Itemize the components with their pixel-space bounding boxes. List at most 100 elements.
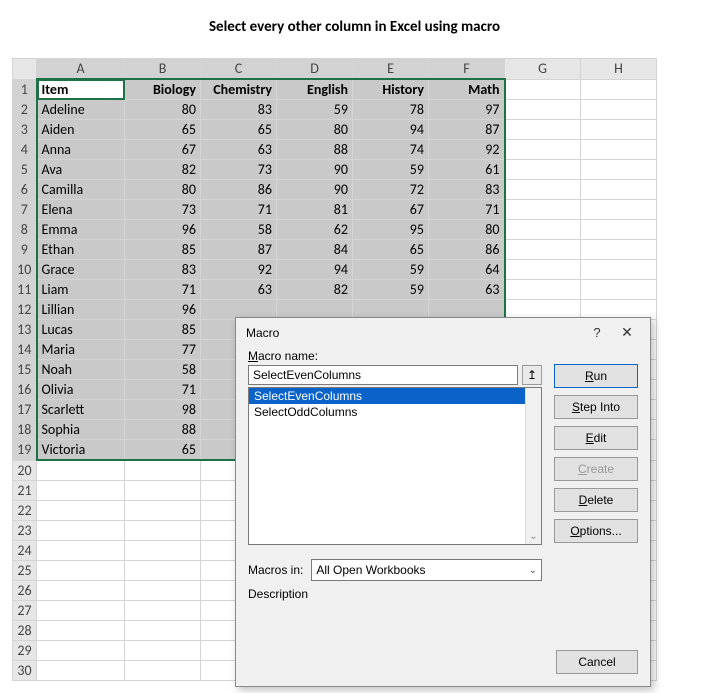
row-header-26[interactable]: 26 bbox=[13, 580, 37, 600]
row-header-30[interactable]: 30 bbox=[13, 660, 37, 680]
cell[interactable]: Victoria bbox=[37, 440, 125, 461]
step-into-button[interactable]: Step Into bbox=[554, 395, 638, 419]
cell[interactable]: 82 bbox=[125, 160, 201, 180]
cell[interactable]: 63 bbox=[201, 280, 277, 300]
select-all-corner[interactable] bbox=[13, 59, 37, 80]
cell[interactable]: Lucas bbox=[37, 320, 125, 340]
cell[interactable]: 63 bbox=[429, 280, 505, 300]
row-header-12[interactable]: 12 bbox=[13, 300, 37, 320]
row-header-3[interactable]: 3 bbox=[13, 120, 37, 140]
cell[interactable] bbox=[125, 620, 201, 640]
cell[interactable]: 84 bbox=[277, 240, 353, 260]
cell[interactable]: 90 bbox=[277, 160, 353, 180]
cell[interactable]: Anna bbox=[37, 140, 125, 160]
cell[interactable] bbox=[37, 560, 125, 580]
cell[interactable] bbox=[37, 480, 125, 500]
cell[interactable]: 74 bbox=[353, 140, 429, 160]
cell[interactable]: 82 bbox=[277, 280, 353, 300]
cell[interactable]: 81 bbox=[277, 200, 353, 220]
delete-button[interactable]: Delete bbox=[554, 488, 638, 512]
row-header-14[interactable]: 14 bbox=[13, 340, 37, 360]
cell[interactable] bbox=[125, 640, 201, 660]
cell[interactable]: 97 bbox=[429, 100, 505, 120]
cell[interactable]: 58 bbox=[201, 220, 277, 240]
cell[interactable] bbox=[125, 500, 201, 520]
cell[interactable] bbox=[581, 220, 657, 240]
header-cell[interactable]: Item bbox=[37, 79, 125, 100]
row-header-19[interactable]: 19 bbox=[13, 440, 37, 461]
row-header-24[interactable]: 24 bbox=[13, 540, 37, 560]
cell[interactable] bbox=[505, 200, 581, 220]
cell[interactable] bbox=[125, 520, 201, 540]
options-button[interactable]: Options... bbox=[554, 519, 638, 543]
cell[interactable]: 95 bbox=[353, 220, 429, 240]
macro-list-item[interactable]: SelectOddColumns bbox=[249, 404, 541, 420]
cell[interactable]: Ava bbox=[37, 160, 125, 180]
cell[interactable]: 71 bbox=[201, 200, 277, 220]
cell[interactable] bbox=[581, 240, 657, 260]
help-icon[interactable]: ? bbox=[582, 325, 612, 340]
cell[interactable]: Emma bbox=[37, 220, 125, 240]
cell[interactable]: 80 bbox=[277, 120, 353, 140]
cell[interactable]: 83 bbox=[125, 260, 201, 280]
edit-button[interactable]: Edit bbox=[554, 426, 638, 450]
cell[interactable] bbox=[37, 600, 125, 620]
row-header-25[interactable]: 25 bbox=[13, 560, 37, 580]
row-header-20[interactable]: 20 bbox=[13, 460, 37, 480]
cell[interactable]: 94 bbox=[353, 120, 429, 140]
cell[interactable] bbox=[505, 140, 581, 160]
cell[interactable]: 88 bbox=[125, 420, 201, 440]
cell[interactable]: 83 bbox=[201, 100, 277, 120]
row-header-10[interactable]: 10 bbox=[13, 260, 37, 280]
macro-listbox[interactable]: SelectEvenColumnsSelectOddColumns⌄ bbox=[248, 387, 542, 545]
cell[interactable] bbox=[125, 660, 201, 680]
cell[interactable] bbox=[505, 79, 581, 100]
cell[interactable]: 72 bbox=[353, 180, 429, 200]
cell[interactable]: 80 bbox=[429, 220, 505, 240]
cell[interactable]: 87 bbox=[201, 240, 277, 260]
macros-in-select[interactable]: All Open Workbooks ⌄ bbox=[311, 559, 542, 581]
cell[interactable]: 59 bbox=[353, 280, 429, 300]
column-header-F[interactable]: F bbox=[429, 59, 505, 80]
cell[interactable]: 71 bbox=[429, 200, 505, 220]
cell[interactable]: Grace bbox=[37, 260, 125, 280]
header-cell[interactable]: Chemistry bbox=[201, 79, 277, 100]
cell[interactable] bbox=[581, 260, 657, 280]
cell[interactable]: 86 bbox=[201, 180, 277, 200]
row-header-13[interactable]: 13 bbox=[13, 320, 37, 340]
row-header-29[interactable]: 29 bbox=[13, 640, 37, 660]
cell[interactable]: Camilla bbox=[37, 180, 125, 200]
row-header-21[interactable]: 21 bbox=[13, 480, 37, 500]
cell[interactable] bbox=[581, 160, 657, 180]
cell[interactable] bbox=[505, 280, 581, 300]
cell[interactable] bbox=[505, 240, 581, 260]
cell[interactable] bbox=[505, 120, 581, 140]
cell[interactable]: 85 bbox=[125, 320, 201, 340]
row-header-16[interactable]: 16 bbox=[13, 380, 37, 400]
close-icon[interactable]: ✕ bbox=[612, 324, 642, 341]
column-header-E[interactable]: E bbox=[353, 59, 429, 80]
cell[interactable]: 73 bbox=[201, 160, 277, 180]
macro-name-input[interactable] bbox=[248, 365, 518, 385]
cell[interactable] bbox=[125, 580, 201, 600]
cell[interactable] bbox=[37, 660, 125, 680]
cell[interactable]: 65 bbox=[353, 240, 429, 260]
cell[interactable]: Sophia bbox=[37, 420, 125, 440]
cell[interactable]: Maria bbox=[37, 340, 125, 360]
column-header-A[interactable]: A bbox=[37, 59, 125, 80]
cell[interactable]: 58 bbox=[125, 360, 201, 380]
cell[interactable] bbox=[505, 100, 581, 120]
cell[interactable] bbox=[581, 120, 657, 140]
cell[interactable] bbox=[37, 520, 125, 540]
cell[interactable]: Aiden bbox=[37, 120, 125, 140]
cell[interactable]: 85 bbox=[125, 240, 201, 260]
cell[interactable] bbox=[37, 460, 125, 480]
cell[interactable]: 98 bbox=[125, 400, 201, 420]
row-header-27[interactable]: 27 bbox=[13, 600, 37, 620]
cell[interactable]: 59 bbox=[353, 160, 429, 180]
cell[interactable]: 63 bbox=[201, 140, 277, 160]
cell[interactable]: 96 bbox=[125, 220, 201, 240]
cell[interactable] bbox=[125, 460, 201, 480]
cell[interactable]: 61 bbox=[429, 160, 505, 180]
row-header-17[interactable]: 17 bbox=[13, 400, 37, 420]
